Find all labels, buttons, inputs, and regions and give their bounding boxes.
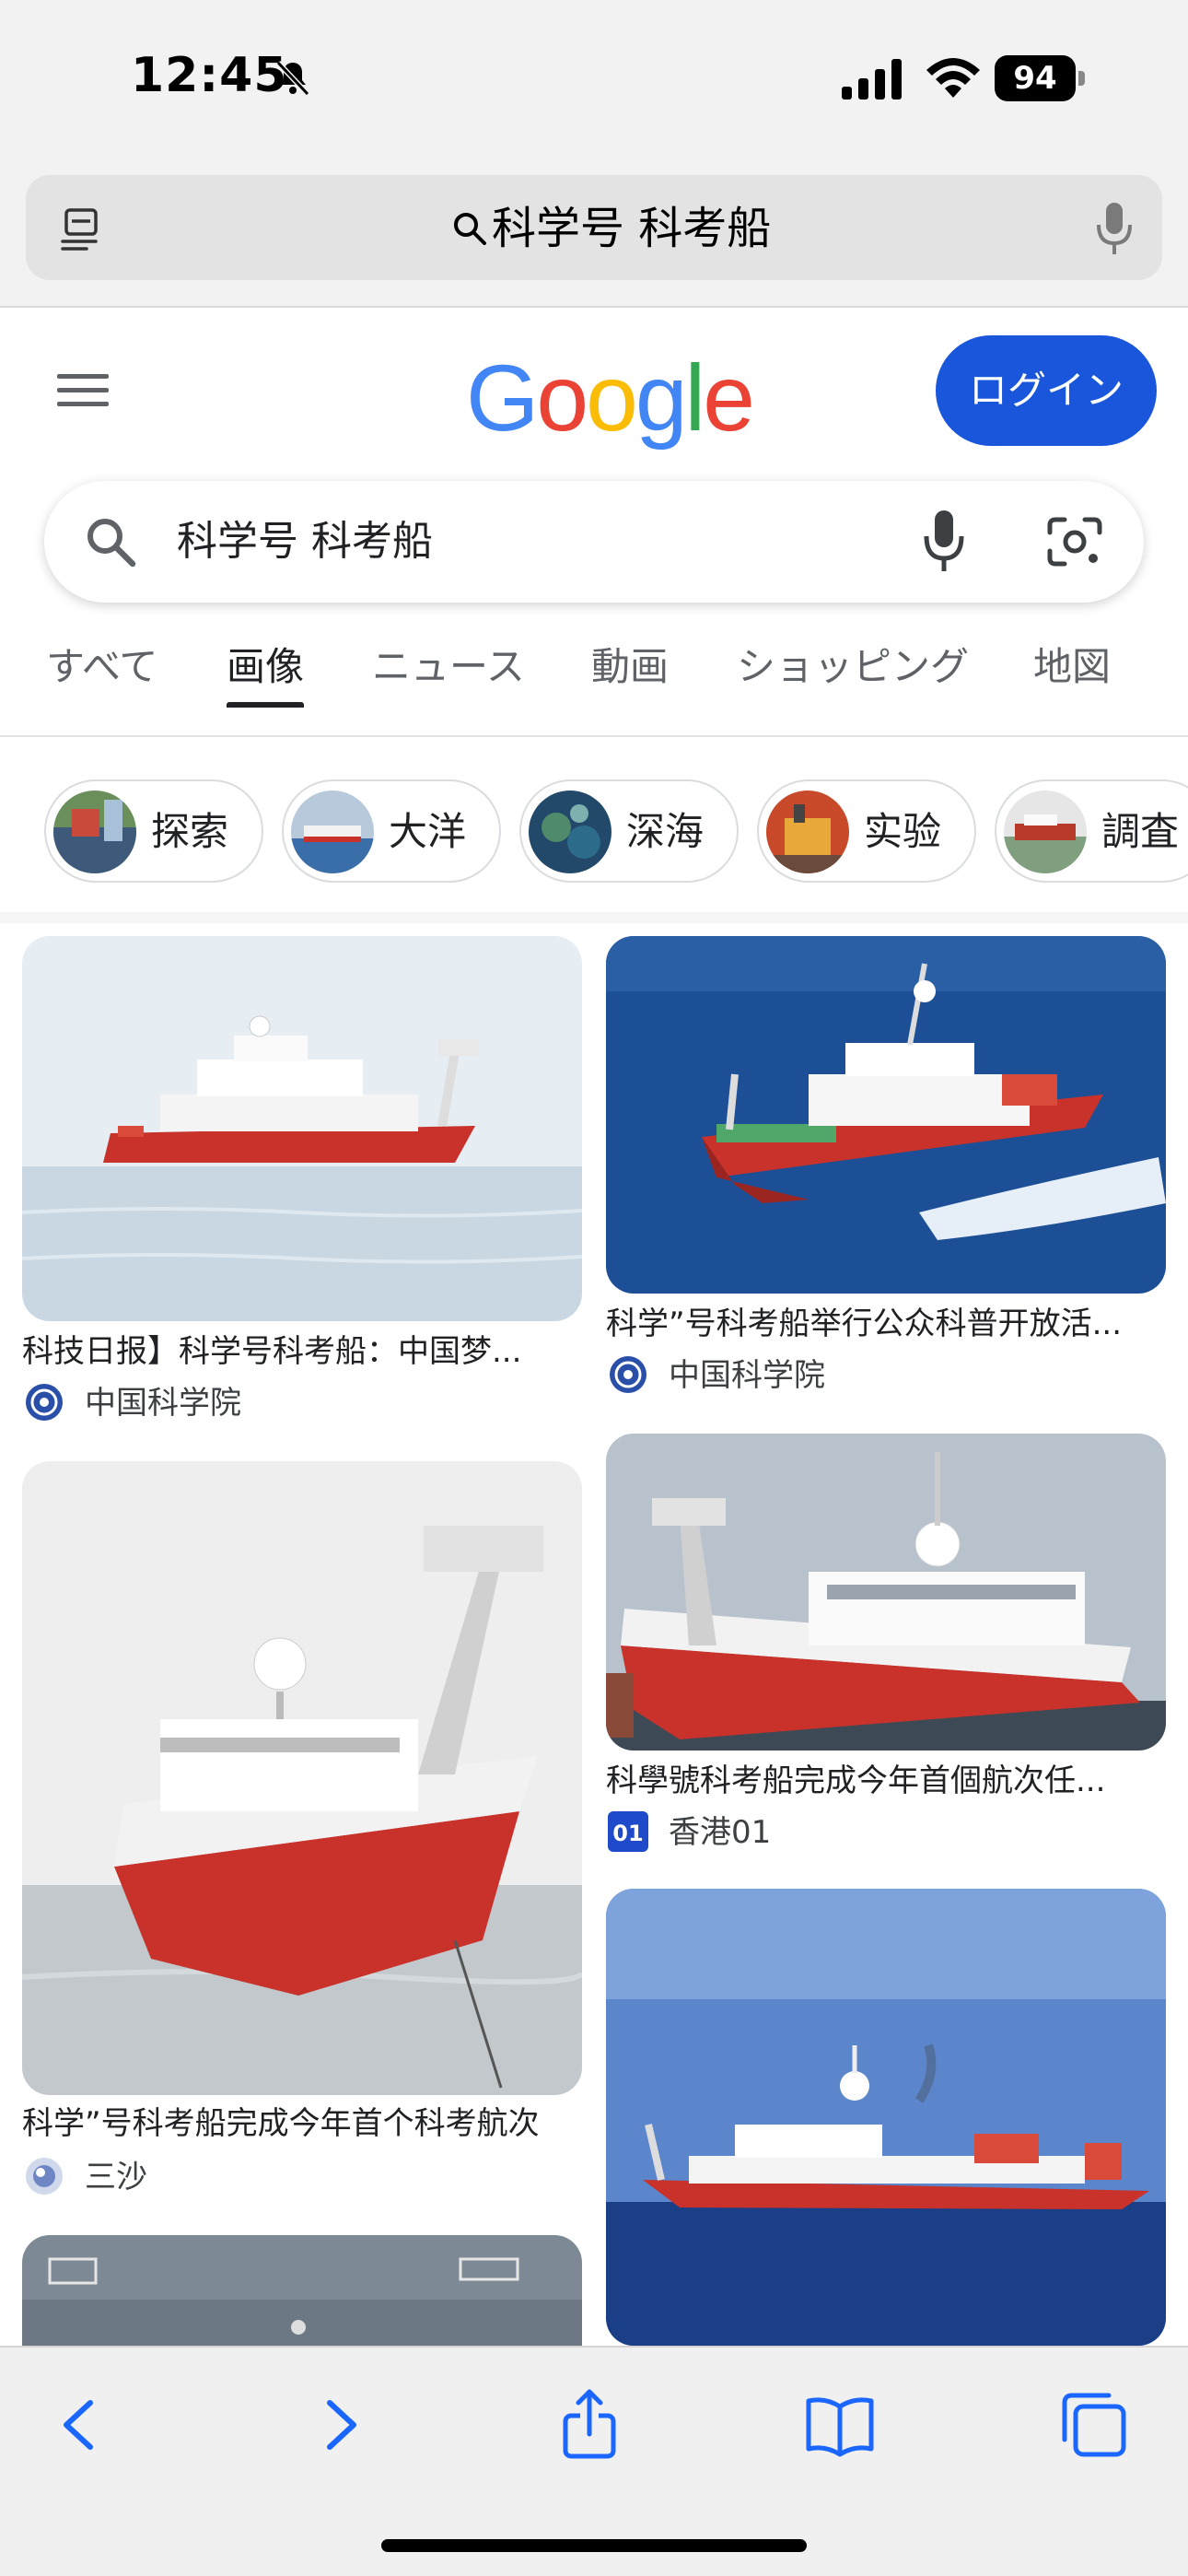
microphone-icon[interactable]	[1094, 201, 1135, 256]
google-lens-icon[interactable]	[1046, 514, 1103, 569]
tab-videos[interactable]: 動画	[591, 636, 669, 698]
image-result-thumbnail[interactable]	[606, 1889, 1166, 2346]
chip-thumbnail	[529, 790, 611, 873]
battery-indicator: 94	[995, 55, 1085, 101]
refinement-chips: 探索 大洋 深海 实验 調査	[0, 779, 1188, 884]
tab-all[interactable]: すべて	[46, 636, 157, 698]
cas-logo-icon	[610, 1356, 646, 1393]
google-logo[interactable]: Google	[466, 343, 755, 453]
sansha-logo-icon	[26, 2158, 63, 2195]
image-result-title[interactable]: 科学”号科考船完成今年首个科考航次	[22, 2102, 584, 2145]
logo-letter: o	[586, 345, 638, 451]
chip-ocean[interactable]: 大洋	[282, 779, 501, 883]
voice-search-icon[interactable]	[921, 507, 967, 575]
logo-letter: g	[635, 345, 688, 451]
section-separator	[0, 912, 1188, 923]
battery-level: 94	[995, 55, 1076, 101]
image-result-source[interactable]: 中国科学院	[669, 1354, 825, 1397]
image-result-thumbnail[interactable]	[22, 936, 582, 1321]
tab-shopping[interactable]: ショッピング	[737, 636, 969, 698]
chip-thumbnail	[1004, 790, 1087, 873]
bell-slash-icon	[275, 60, 310, 97]
address-bar-query[interactable]: 科学号 科考船	[492, 201, 771, 256]
image-result-title[interactable]: 科技日报】科学号科考船：中国梦...	[22, 1330, 584, 1373]
logo-letter: o	[536, 345, 588, 451]
share-icon[interactable]	[553, 2388, 626, 2462]
tab-maps[interactable]: 地図	[1033, 636, 1111, 698]
cas-logo-icon	[26, 1384, 63, 1421]
page-menu-icon[interactable]	[59, 203, 111, 254]
chip-label: 深海	[626, 809, 705, 854]
tab-images[interactable]: 画像	[227, 636, 304, 698]
chip-experiment[interactable]: 实验	[757, 779, 976, 883]
wifi-icon	[926, 58, 980, 98]
image-result-thumbnail[interactable]	[606, 1434, 1166, 1751]
hk01-logo-icon: 01	[608, 1811, 648, 1852]
image-result-title[interactable]: 科学”号科考船举行公众科普开放活...	[606, 1303, 1168, 1345]
logo-letter: G	[466, 345, 539, 451]
chip-explore[interactable]: 探索	[44, 779, 263, 883]
search-box[interactable]: 科学号 科考船	[44, 481, 1144, 603]
chip-label: 調査	[1101, 809, 1180, 854]
chip-label: 探索	[151, 809, 229, 854]
logo-letter: e	[703, 345, 755, 451]
status-time: 12:45	[131, 48, 288, 103]
search-icon[interactable]	[81, 512, 140, 571]
image-result-thumbnail[interactable]	[22, 1461, 582, 2095]
chip-survey[interactable]: 調査	[995, 779, 1188, 883]
login-button[interactable]: ログイン	[936, 335, 1157, 446]
chip-thumbnail	[291, 790, 374, 873]
bookmarks-icon[interactable]	[803, 2388, 877, 2462]
logo-letter: l	[684, 345, 706, 451]
image-result-source[interactable]: 三沙	[85, 2156, 147, 2198]
back-icon[interactable]	[44, 2388, 118, 2462]
tab-news[interactable]: ニュース	[372, 636, 525, 698]
chip-thumbnail	[53, 790, 136, 873]
chip-label: 实验	[864, 809, 942, 854]
cellular-signal-icon	[842, 59, 902, 100]
address-bar[interactable]: 科学号 科考船	[26, 175, 1162, 280]
search-icon	[454, 213, 486, 245]
main-menu-icon[interactable]	[53, 369, 112, 413]
chip-thumbnail	[766, 790, 849, 873]
tabs-icon[interactable]	[1057, 2388, 1131, 2462]
search-input[interactable]: 科学号 科考船	[177, 512, 433, 571]
image-result-thumbnail[interactable]	[606, 936, 1166, 1294]
svg-text:01: 01	[612, 1821, 643, 1846]
search-tabs: すべて 画像 ニュース 動画 ショッピング 地図	[0, 636, 1188, 737]
home-indicator	[381, 2539, 807, 2552]
image-result-title[interactable]: 科學號科考船完成今年首個航次任...	[606, 1760, 1168, 1802]
image-result-source[interactable]: 中国科学院	[85, 1382, 241, 1424]
battery-nub	[1078, 71, 1085, 86]
image-result-thumbnail[interactable]	[22, 2235, 582, 2346]
active-tab-indicator	[227, 702, 304, 708]
browser-address-area: 科学号 科考船	[0, 157, 1188, 308]
forward-icon[interactable]	[302, 2388, 376, 2462]
chip-label: 大洋	[389, 809, 467, 854]
image-result-source[interactable]: 香港01	[669, 1811, 771, 1854]
chip-deep-sea[interactable]: 深海	[519, 779, 739, 883]
status-bar: 12:45 94	[0, 0, 1188, 157]
